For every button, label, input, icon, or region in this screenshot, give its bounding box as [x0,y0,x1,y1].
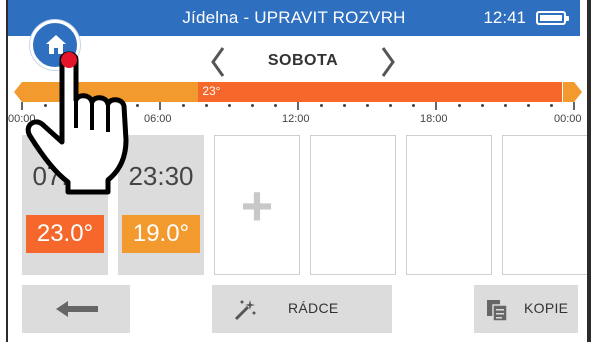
timeline-tick [366,104,369,107]
timeline-tick [228,104,231,107]
back-button[interactable] [22,285,130,333]
empty-slot [310,135,396,275]
timeline-segment[interactable]: 23° [198,82,563,102]
timeline-tick [527,104,530,107]
empty-slot [406,135,492,275]
copy-icon [487,300,508,322]
timeline-segment[interactable] [562,82,574,102]
timeline-tick [182,104,185,107]
timeline-tick [550,104,553,107]
timeline-tick [274,104,277,107]
add-slot-button[interactable]: + [214,135,300,275]
timeline-tick [320,104,323,107]
slot-temperature: 19.0° [122,215,200,253]
copy-label: KOPIE [524,300,569,316]
arrow-left-icon [56,301,98,317]
empty-slot [502,135,588,275]
slot-temperature: 23.0° [26,215,104,253]
device-frame-left [0,0,8,342]
clock: 12:41 [483,8,526,27]
timeline-tick [481,104,484,107]
timeline-hour-label: 00:00 [554,113,582,125]
pointing-hand-cursor-icon [25,51,129,195]
timeline-end-cap [574,82,582,102]
timeline-tick [573,102,575,110]
timeline-tick [458,104,461,107]
chevron-right-icon[interactable] [378,44,398,80]
battery-icon [536,11,569,25]
wizard-button[interactable]: RÁDCE [212,285,392,333]
timeline-tick [504,104,507,107]
timeline-tick [297,102,299,110]
timeline-tick [205,104,208,107]
timeline-tick [343,104,346,107]
day-label: SOBOTA [267,52,339,69]
chevron-left-icon[interactable] [208,44,228,80]
segment-temperature: 23° [202,84,221,98]
timeline-tick [159,102,161,110]
timeline-tick [389,104,392,107]
magic-wand-icon [234,300,256,321]
wizard-label: RÁDCE [288,300,339,316]
device-frame-right [587,0,591,342]
timeline-hour-label: 12:00 [282,113,310,125]
header-bar: Jídelna - UPRAVIT ROZVRH 12:41 [8,0,580,36]
timeline-hour-label: 18:00 [420,113,448,125]
day-navigator: SOBOTA [208,44,398,80]
timeline-tick [435,102,437,110]
copy-button[interactable]: KOPIE [474,285,578,333]
device-screen: Jídelna - UPRAVIT ROZVRH 12:41 SOBOTA 23… [8,0,588,342]
plus-icon: + [240,174,274,237]
timeline-tick [251,104,254,107]
timeline-tick [412,104,415,107]
